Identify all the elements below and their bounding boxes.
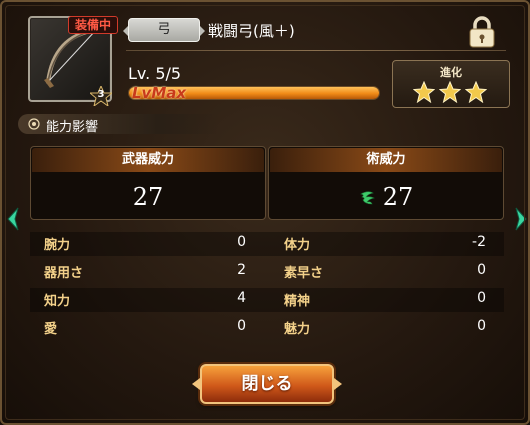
stat-value: 0 bbox=[237, 318, 246, 334]
header-divider bbox=[126, 50, 506, 51]
stat-row: 愛 0 魅力 0 bbox=[30, 314, 504, 342]
star-icon bbox=[465, 81, 487, 103]
stat-name: 精神 bbox=[284, 294, 311, 309]
evolution-box: 進化 bbox=[392, 60, 510, 108]
weapon-power-label: 武器威力 bbox=[32, 148, 264, 172]
weapon-category-tab: 弓 bbox=[123, 18, 205, 42]
target-icon bbox=[28, 118, 40, 130]
stat-value: 2 bbox=[237, 262, 246, 278]
evolution-label: 進化 bbox=[440, 66, 462, 79]
spell-power-panel: 術威力 27 bbox=[268, 146, 504, 220]
star-icon bbox=[439, 81, 461, 103]
stat-value: 4 bbox=[237, 290, 246, 306]
level-label: Lv. 5/5 bbox=[128, 64, 182, 83]
stat-name: 魅力 bbox=[284, 322, 311, 337]
stat-value: 0 bbox=[237, 234, 246, 250]
stat-name: 腕力 bbox=[44, 238, 71, 253]
stat-name: 素早さ bbox=[284, 266, 324, 281]
star-icon bbox=[413, 81, 435, 103]
stat-name: 知力 bbox=[44, 294, 71, 309]
stat-value: 0 bbox=[477, 262, 486, 278]
stat-name: 器用さ bbox=[44, 266, 84, 281]
stat-table: 腕力 0 体力 -2 器用さ 2 素早さ 0 知力 4 精神 0 愛 0 魅力 … bbox=[30, 230, 504, 350]
section-header: 能力影響 bbox=[18, 114, 218, 135]
stat-row: 知力 4 精神 0 bbox=[30, 286, 504, 314]
equipped-badge: 装備中 bbox=[68, 16, 118, 34]
spell-power-value: 27 bbox=[382, 183, 414, 211]
rank-badge: 3 bbox=[90, 86, 112, 106]
section-title: 能力影響 bbox=[46, 120, 99, 135]
stat-row: 腕力 0 体力 -2 bbox=[30, 230, 504, 258]
wind-icon bbox=[359, 191, 375, 205]
stat-value: 0 bbox=[477, 318, 486, 334]
spell-power-value-wrap: 27 bbox=[269, 183, 503, 211]
close-button[interactable]: 閉じる bbox=[200, 364, 334, 404]
stat-name: 愛 bbox=[44, 322, 58, 337]
level-max-label: LvMax bbox=[132, 84, 187, 102]
next-arrow-icon[interactable] bbox=[514, 206, 528, 232]
padlock-icon[interactable] bbox=[468, 16, 496, 48]
weapon-power-panel: 武器威力 27 bbox=[30, 146, 266, 220]
weapon-detail-dialog: 装備中 3 弓 戦闘弓(風＋) Lv. 5/5 LvMax 進化 能力影響 武器… bbox=[0, 0, 530, 425]
stat-value: 0 bbox=[477, 290, 486, 306]
stat-value: -2 bbox=[472, 234, 486, 250]
weapon-name: 戦闘弓(風＋) bbox=[208, 22, 295, 40]
stat-row: 器用さ 2 素早さ 0 bbox=[30, 258, 504, 286]
weapon-power-value: 27 bbox=[132, 183, 164, 211]
rank-number: 3 bbox=[97, 89, 105, 100]
spell-power-label: 術威力 bbox=[270, 148, 502, 172]
stat-name: 体力 bbox=[284, 238, 311, 253]
previous-arrow-icon[interactable] bbox=[6, 206, 20, 232]
